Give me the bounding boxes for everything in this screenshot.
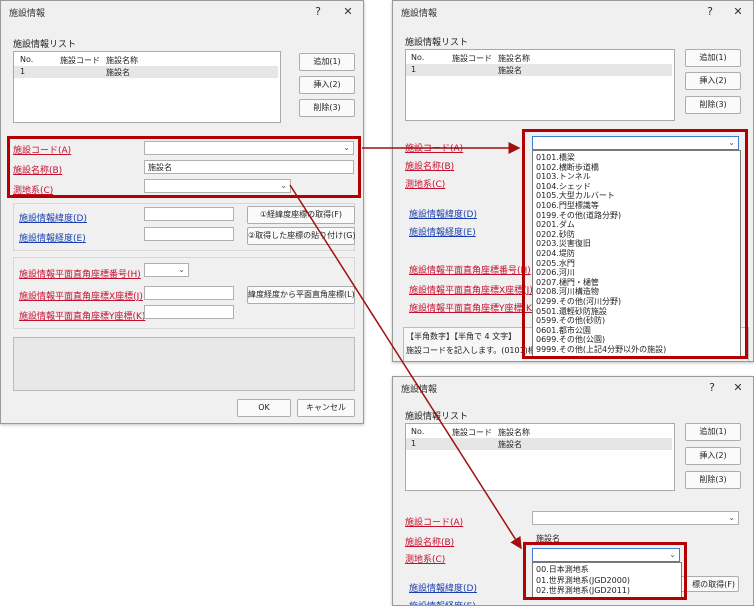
- plane-y-field[interactable]: [144, 305, 234, 319]
- facility-list-label: 施設情報リスト: [405, 412, 469, 422]
- convert-button[interactable]: 緯度経度から平面直角座標(L): [247, 286, 355, 304]
- name-label: 施設名称(B): [405, 538, 455, 548]
- lat-label: 施設情報緯度(D): [19, 214, 87, 224]
- add-button[interactable]: 追加(1): [685, 423, 741, 441]
- chevron-down-icon: ⌄: [178, 265, 185, 274]
- table-row[interactable]: 1 施設名: [14, 66, 278, 78]
- chevron-down-icon: ⌄: [728, 513, 735, 522]
- facility-dialog-main: 施設情報 ? ✕ 施設情報リスト No. 施設コード 施設名称 1 施設名 追加…: [0, 0, 364, 424]
- col-name[interactable]: 施設名称: [498, 53, 530, 64]
- facility-dialog-datum-dropdown: 施設情報 ? ✕ 施設情報リスト No. 施設コード 施設名称 1 施設名 追加…: [392, 376, 754, 606]
- hint-line-1: 【半角数字】【半角で 4 文字】: [406, 332, 517, 341]
- required-fields-highlight: [7, 136, 361, 198]
- code-label: 施設コード(A): [405, 518, 464, 528]
- col-code[interactable]: 施設コード: [452, 53, 492, 64]
- list-header: No. 施設コード 施設名称: [406, 424, 674, 438]
- facility-list[interactable]: No. 施設コード 施設名称 1 施設名: [405, 423, 675, 491]
- lon-field[interactable]: [144, 227, 234, 241]
- plane-no-label: 施設情報平面直角座標番号(H): [409, 266, 531, 276]
- ok-button[interactable]: OK: [237, 399, 291, 417]
- plane-y-label: 施設情報平面直角座標Y座標(K): [409, 304, 536, 314]
- close-icon[interactable]: ✕: [341, 5, 355, 18]
- add-button[interactable]: 追加(1): [299, 53, 355, 71]
- code-combo[interactable]: ⌄: [532, 511, 739, 525]
- info-panel: [13, 337, 355, 391]
- row-no: 1: [20, 67, 26, 76]
- add-button[interactable]: 追加(1): [685, 49, 741, 67]
- code-label: 施設コード(A): [405, 144, 464, 154]
- title-bar: 施設情報 ? ✕: [1, 1, 363, 23]
- plane-no-label: 施設情報平面直角座標番号(H): [19, 270, 141, 280]
- help-icon[interactable]: ?: [311, 5, 325, 18]
- col-no[interactable]: No.: [411, 53, 424, 62]
- close-icon[interactable]: ✕: [731, 381, 745, 394]
- lon-label-partial: 施設情報経度(E): [409, 599, 476, 605]
- datum-label: 測地系(C): [405, 180, 446, 190]
- datum-dropdown-highlight: [523, 542, 687, 600]
- col-no[interactable]: No.: [411, 427, 424, 436]
- insert-button[interactable]: 挿入(2): [685, 72, 741, 90]
- plane-x-label: 施設情報平面直角座標X座標(J): [19, 292, 143, 302]
- lat-label: 施設情報緯度(D): [409, 210, 477, 220]
- lon-label: 施設情報経度(E): [19, 234, 86, 244]
- plane-x-label: 施設情報平面直角座標X座標(J): [409, 286, 533, 296]
- col-name[interactable]: 施設名称: [498, 427, 530, 438]
- facility-list[interactable]: No. 施設コード 施設名称 1 施設名: [405, 49, 675, 121]
- plane-y-label: 施設情報平面直角座標Y座標(K): [19, 312, 146, 322]
- close-icon[interactable]: ✕: [731, 5, 745, 18]
- facility-list-label: 施設情報リスト: [405, 38, 469, 48]
- name-label: 施設名称(B): [405, 162, 455, 172]
- row-name: 施設名: [498, 440, 522, 449]
- plane-x-field[interactable]: [144, 286, 234, 300]
- dialog-title: 施設情報: [9, 9, 46, 19]
- get-coords-button[interactable]: ①経緯度座標の取得(F): [247, 206, 355, 224]
- list-header: No. 施設コード 施設名称: [14, 52, 280, 66]
- lat-label: 施設情報緯度(D): [409, 584, 477, 594]
- list-header: No. 施設コード 施設名称: [406, 50, 674, 64]
- row-name: 施設名: [498, 66, 522, 75]
- delete-button[interactable]: 削除(3): [685, 96, 741, 114]
- col-code[interactable]: 施設コード: [60, 55, 100, 66]
- cancel-button[interactable]: キャンセル: [297, 399, 355, 417]
- facility-list-label: 施設情報リスト: [13, 40, 77, 50]
- table-row[interactable]: 1 施設名: [406, 438, 672, 450]
- dialog-title: 施設情報: [401, 385, 438, 395]
- datum-label: 測地系(C): [405, 555, 446, 565]
- insert-button[interactable]: 挿入(2): [299, 76, 355, 94]
- insert-button[interactable]: 挿入(2): [685, 447, 741, 465]
- facility-dialog-code-dropdown: 施設情報 ? ✕ 施設情報リスト No. 施設コード 施設名称 1 施設名 追加…: [392, 0, 754, 362]
- row-no: 1: [411, 439, 417, 448]
- delete-button[interactable]: 削除(3): [685, 471, 741, 489]
- title-bar: 施設情報 ? ✕: [393, 1, 753, 23]
- dialog-title: 施設情報: [401, 9, 438, 19]
- lat-field[interactable]: [144, 207, 234, 221]
- code-dropdown-highlight: [522, 129, 748, 359]
- help-icon[interactable]: ?: [703, 5, 717, 18]
- title-bar: 施設情報 ? ✕: [393, 377, 753, 399]
- plane-no-combo[interactable]: ⌄: [144, 263, 189, 277]
- row-name: 施設名: [106, 68, 130, 77]
- col-name[interactable]: 施設名称: [106, 55, 138, 66]
- delete-button[interactable]: 削除(3): [299, 99, 355, 117]
- col-no[interactable]: No.: [20, 55, 33, 64]
- help-icon[interactable]: ?: [705, 381, 719, 394]
- facility-list[interactable]: No. 施設コード 施設名称 1 施設名: [13, 51, 281, 123]
- row-no: 1: [411, 65, 417, 74]
- lon-label: 施設情報経度(E): [409, 228, 476, 238]
- table-row[interactable]: 1 施設名: [406, 64, 672, 76]
- col-code[interactable]: 施設コード: [452, 427, 492, 438]
- paste-coords-button[interactable]: ②取得した座標の貼り付け(G): [247, 227, 356, 245]
